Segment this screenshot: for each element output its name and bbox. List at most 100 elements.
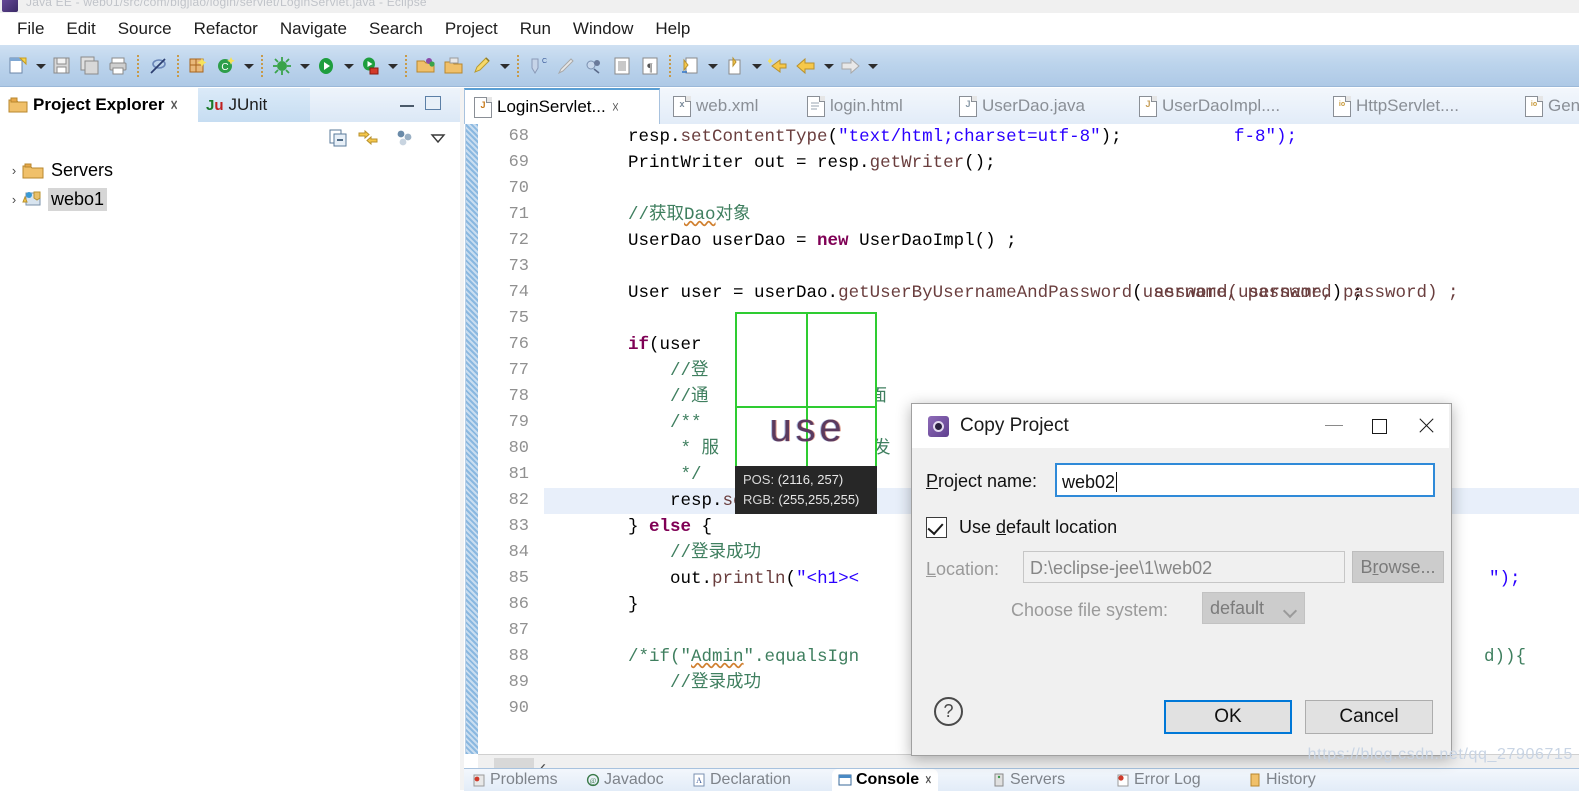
editor-tab-webxml[interactable]: x web.xml bbox=[664, 88, 794, 124]
link-icon[interactable] bbox=[581, 53, 607, 79]
open-task-icon[interactable] bbox=[441, 53, 467, 79]
forward-icon[interactable] bbox=[837, 53, 863, 79]
tab-label: Project Explorer bbox=[33, 95, 165, 114]
expander-icon[interactable]: › bbox=[6, 163, 22, 178]
new-dropdown-icon[interactable] bbox=[33, 53, 47, 79]
editor-tab-httpservlet[interactable]: io HttpServlet.... bbox=[1324, 88, 1514, 124]
close-icon[interactable]: ☓ bbox=[925, 773, 931, 787]
bottom-tab-console[interactable]: Console ☓ bbox=[832, 769, 938, 791]
editor-tab-label: UserDao.java bbox=[982, 96, 1085, 115]
new-icon[interactable] bbox=[5, 53, 31, 79]
forward-dropdown-icon[interactable] bbox=[865, 53, 879, 79]
toggle-block-selection-icon[interactable]: ¶ bbox=[637, 53, 663, 79]
svg-text:C: C bbox=[221, 62, 228, 73]
save-all-icon[interactable] bbox=[77, 53, 103, 79]
bottom-tab-problems[interactable]: Problems bbox=[472, 769, 558, 791]
code-fragment: d)){ bbox=[1484, 647, 1527, 667]
browse-button[interactable]: Br owse... bbox=[1352, 551, 1444, 583]
bottom-tab-label: History bbox=[1266, 771, 1316, 788]
bottom-tab-history[interactable]: History bbox=[1248, 769, 1316, 791]
run-external-tools-dropdown-icon[interactable] bbox=[385, 53, 399, 79]
editor-tab-loginservlet[interactable]: J LoginServlet... ☓ bbox=[464, 88, 660, 124]
maximize-view-button[interactable] bbox=[425, 96, 441, 110]
search-icon[interactable]: C bbox=[525, 53, 551, 79]
menu-item-file[interactable]: File bbox=[6, 17, 55, 41]
close-icon[interactable]: ☓ bbox=[170, 97, 177, 114]
line-number: 83 bbox=[508, 517, 529, 536]
toggle-mark-occurrences-icon[interactable] bbox=[145, 53, 171, 79]
editor-tab-label: login.html bbox=[830, 96, 903, 115]
back-icon[interactable] bbox=[793, 53, 819, 79]
menu-item-run[interactable]: Run bbox=[509, 17, 562, 41]
project-name-input[interactable]: web02 bbox=[1055, 463, 1435, 497]
view-menu-icon[interactable] bbox=[395, 128, 415, 148]
show-whitespace-icon[interactable] bbox=[609, 53, 635, 79]
maximize-button[interactable] bbox=[1357, 404, 1403, 448]
java-file-icon: J bbox=[959, 95, 977, 117]
print-icon[interactable] bbox=[105, 53, 131, 79]
save-icon[interactable] bbox=[49, 53, 75, 79]
help-button[interactable]: ? bbox=[934, 697, 963, 726]
bottom-tab-declaration[interactable]: A Declaration bbox=[692, 769, 791, 791]
dialog-title-bar[interactable]: Copy Project bbox=[912, 404, 1449, 449]
bottom-tab-error-log[interactable]: Error Log bbox=[1116, 769, 1201, 791]
previous-annotation-icon[interactable] bbox=[721, 53, 747, 79]
new-annotation-icon[interactable] bbox=[469, 53, 495, 79]
editor-tab-userdaoimpl[interactable]: J UserDaoImpl.... bbox=[1130, 88, 1320, 124]
new-java-package-icon[interactable] bbox=[185, 53, 211, 79]
bottom-tab-servers[interactable]: Servers bbox=[992, 769, 1065, 791]
next-annotation-dropdown-icon[interactable] bbox=[705, 53, 719, 79]
tree-item-webo1[interactable]: › webo1 bbox=[0, 185, 460, 214]
next-annotation-icon[interactable] bbox=[677, 53, 703, 79]
location-input[interactable]: D:\eclipse-jee\1\web02 bbox=[1023, 551, 1345, 583]
cancel-button[interactable]: Cancel bbox=[1305, 700, 1433, 734]
editor-tab-gen[interactable]: io Gen bbox=[1516, 88, 1579, 124]
class-file-icon: io bbox=[1333, 95, 1351, 117]
link-with-editor-icon[interactable] bbox=[358, 128, 378, 148]
project-name-value: web02 bbox=[1062, 472, 1116, 492]
close-button[interactable] bbox=[1403, 404, 1449, 448]
use-default-location-checkbox[interactable] bbox=[926, 517, 947, 538]
menu-item-search[interactable]: Search bbox=[358, 17, 434, 41]
run-external-tools-icon[interactable] bbox=[357, 53, 383, 79]
menu-item-source[interactable]: Source bbox=[107, 17, 183, 41]
menu-item-edit[interactable]: Edit bbox=[55, 17, 106, 41]
minimize-button[interactable] bbox=[1311, 404, 1357, 448]
expander-icon[interactable]: › bbox=[6, 192, 22, 207]
line-number: 77 bbox=[508, 361, 529, 380]
menu-item-refactor[interactable]: Refactor bbox=[183, 17, 269, 41]
run-dropdown-icon[interactable] bbox=[341, 53, 355, 79]
file-system-select[interactable]: default bbox=[1202, 592, 1305, 624]
menu-item-project[interactable]: Project bbox=[434, 17, 509, 41]
run-icon[interactable] bbox=[313, 53, 339, 79]
new-annotation-dropdown-icon[interactable] bbox=[497, 53, 511, 79]
use-default-location-label[interactable]: Use default location bbox=[959, 517, 1117, 538]
line-number: 81 bbox=[508, 465, 529, 484]
new-java-class-dropdown-icon[interactable] bbox=[241, 53, 255, 79]
collapse-all-icon[interactable] bbox=[328, 128, 348, 148]
tab-junit[interactable]: Ju JUnit bbox=[198, 88, 310, 122]
ok-button[interactable]: OK bbox=[1164, 700, 1292, 734]
last-edit-location-icon[interactable] bbox=[765, 53, 791, 79]
close-icon[interactable]: ☓ bbox=[612, 99, 619, 116]
minimize-view-button[interactable] bbox=[400, 101, 414, 107]
menu-item-navigate[interactable]: Navigate bbox=[269, 17, 358, 41]
location-label: Location: bbox=[926, 559, 999, 580]
new-java-class-icon[interactable]: C bbox=[213, 53, 239, 79]
pencil-icon[interactable] bbox=[553, 53, 579, 79]
bottom-tab-label: Javadoc bbox=[604, 771, 664, 788]
tree-item-servers[interactable]: › Servers bbox=[0, 156, 460, 185]
editor-tab-userdao[interactable]: J UserDao.java bbox=[950, 88, 1126, 124]
rgb-value: (255,255,255) bbox=[778, 492, 860, 507]
debug-dropdown-icon[interactable] bbox=[297, 53, 311, 79]
previous-annotation-dropdown-icon[interactable] bbox=[749, 53, 763, 79]
open-type-icon[interactable] bbox=[413, 53, 439, 79]
back-dropdown-icon[interactable] bbox=[821, 53, 835, 79]
debug-icon[interactable] bbox=[269, 53, 295, 79]
editor-tab-loginhtml[interactable]: login.html bbox=[798, 88, 946, 124]
menu-item-window[interactable]: Window bbox=[562, 17, 644, 41]
tab-project-explorer[interactable]: Project Explorer ☓ bbox=[0, 88, 198, 122]
bottom-tab-javadoc[interactable]: @ Javadoc bbox=[586, 769, 664, 791]
view-dropdown-icon[interactable] bbox=[428, 128, 448, 148]
menu-item-help[interactable]: Help bbox=[644, 17, 701, 41]
